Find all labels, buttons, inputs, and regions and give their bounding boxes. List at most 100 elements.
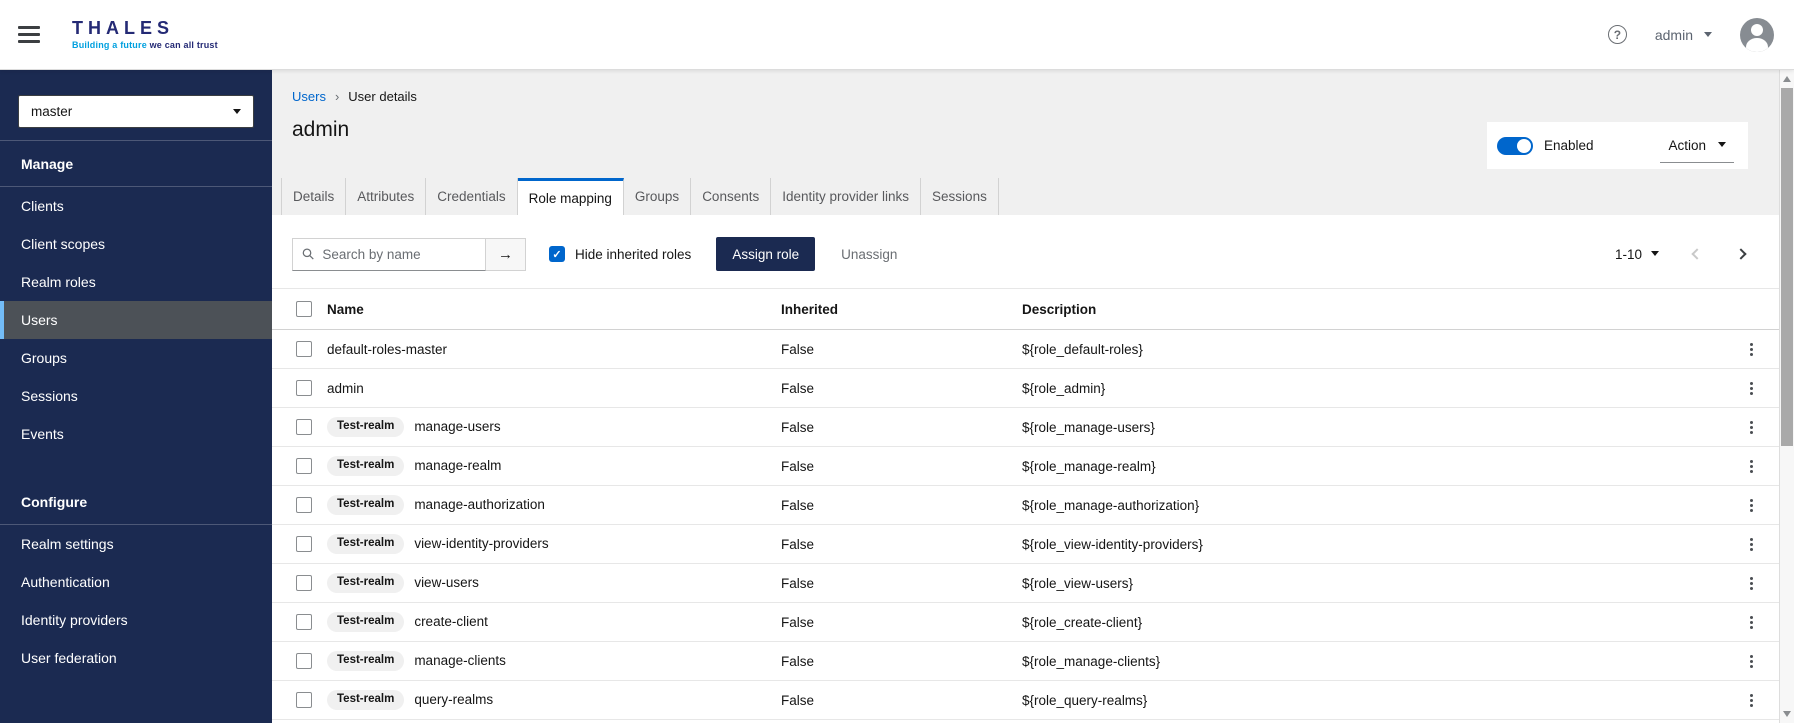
role-description: ${role_manage-authorization} — [1022, 497, 1200, 513]
kebab-menu-button[interactable] — [1746, 651, 1757, 672]
tab-details[interactable]: Details — [281, 178, 347, 215]
unassign-button[interactable]: Unassign — [841, 247, 897, 262]
tab-sessions[interactable]: Sessions — [921, 178, 999, 215]
kebab-menu-button[interactable] — [1746, 573, 1757, 594]
sidebar-item-realm-settings[interactable]: Realm settings — [0, 525, 272, 563]
row-checkbox[interactable] — [296, 614, 312, 630]
row-checkbox[interactable] — [296, 380, 312, 396]
search-submit-button[interactable]: → — [486, 237, 526, 271]
tab-credentials[interactable]: Credentials — [426, 178, 518, 215]
breadcrumb: Users › User details — [292, 89, 417, 104]
realm-badge: Test-realm — [327, 417, 405, 437]
tab-identity-provider-links[interactable]: Identity provider links — [771, 178, 922, 215]
role-name: manage-authorization — [414, 497, 545, 513]
main-content: Users › User details admin Enabled Actio… — [272, 70, 1779, 723]
role-description: ${role_manage-realm} — [1022, 458, 1156, 474]
user-menu-label: admin — [1654, 26, 1693, 43]
realm-badge: Test-realm — [327, 495, 405, 515]
enabled-toggle-label: Enabled — [1544, 138, 1594, 153]
sidebar-item-user-federation[interactable]: User federation — [0, 639, 272, 677]
tab-attributes[interactable]: Attributes — [346, 178, 427, 215]
tab-consents[interactable]: Consents — [691, 178, 772, 215]
kebab-menu-button[interactable] — [1746, 690, 1757, 711]
row-checkbox[interactable] — [296, 536, 312, 552]
brand-tagline: Building a future we can all trust — [72, 40, 218, 50]
assign-role-button[interactable]: Assign role — [716, 237, 816, 271]
search-box — [292, 237, 486, 271]
hide-inherited-roles-checkbox[interactable]: ✓ — [549, 246, 565, 262]
scroll-up-icon[interactable] — [1783, 76, 1791, 82]
role-description: ${role_view-identity-providers} — [1022, 536, 1203, 552]
nav-section-title-configure: Configure — [0, 479, 272, 525]
role-inherited: False — [781, 380, 815, 396]
enabled-toggle[interactable] — [1497, 136, 1533, 155]
table-row: Test-realm create-client False ${role_cre… — [272, 603, 1779, 642]
role-inherited: False — [781, 692, 815, 708]
row-checkbox[interactable] — [296, 419, 312, 435]
sidebar-item-realm-roles[interactable]: Realm roles — [0, 263, 272, 301]
kebab-menu-button[interactable] — [1746, 456, 1757, 477]
kebab-menu-button[interactable] — [1746, 339, 1757, 360]
scroll-down-icon[interactable] — [1783, 711, 1791, 717]
realm-badge: Test-realm — [327, 612, 405, 632]
sidebar-item-authentication[interactable]: Authentication — [0, 563, 272, 601]
help-icon[interactable]: ? — [1607, 25, 1627, 44]
brand-logo: THALES Building a future we can all trus… — [72, 19, 218, 50]
scrollbar-thumb[interactable] — [1781, 88, 1793, 446]
sidebar-item-events[interactable]: Events — [0, 415, 272, 453]
role-description: ${role_manage-clients} — [1022, 653, 1161, 669]
arrow-right-icon: → — [498, 245, 513, 263]
breadcrumb-link-users[interactable]: Users — [292, 89, 326, 104]
sidebar-item-users[interactable]: Users — [0, 301, 272, 339]
user-header-controls: Enabled Action — [1487, 122, 1748, 169]
role-inherited: False — [781, 536, 815, 552]
hamburger-menu-icon[interactable] — [18, 26, 42, 43]
breadcrumb-current: User details — [348, 89, 417, 104]
search-input[interactable] — [322, 246, 476, 262]
row-checkbox[interactable] — [296, 692, 312, 708]
row-checkbox[interactable] — [296, 497, 312, 513]
role-name: view-identity-providers — [414, 536, 549, 552]
pagination-range-dropdown[interactable]: 1-10 — [1615, 247, 1659, 262]
chevron-down-icon — [1651, 251, 1659, 260]
row-checkbox[interactable] — [296, 341, 312, 357]
role-description: ${role_admin} — [1022, 380, 1106, 396]
kebab-menu-button[interactable] — [1746, 417, 1757, 438]
tab-groups[interactable]: Groups — [624, 178, 692, 215]
user-menu[interactable]: admin — [1655, 27, 1712, 43]
table-row: Test-realm query-realms False ${role_quer… — [272, 681, 1779, 720]
sidebar-item-identity-providers[interactable]: Identity providers — [0, 601, 272, 639]
kebab-menu-button[interactable] — [1746, 534, 1757, 555]
kebab-menu-button[interactable] — [1746, 495, 1757, 516]
role-mapping-table: Name Inherited Description default-roles… — [272, 288, 1779, 720]
kebab-menu-button[interactable] — [1746, 378, 1757, 399]
tab-role-mapping[interactable]: Role mapping — [517, 178, 624, 215]
realm-selector-value: master — [31, 104, 73, 119]
column-header-name: Name — [327, 301, 364, 317]
realm-selector[interactable]: master — [18, 95, 254, 128]
chevron-down-icon — [233, 109, 241, 118]
role-description: ${role_create-client} — [1022, 614, 1143, 630]
select-all-checkbox[interactable] — [296, 301, 312, 317]
row-checkbox[interactable] — [296, 575, 312, 591]
pagination-next-icon[interactable] — [1735, 248, 1747, 260]
role-mapping-toolbar: → ✓ Hide inherited roles Assign role Una… — [288, 237, 1747, 271]
sidebar-item-clients[interactable]: Clients — [0, 187, 272, 225]
sidebar-item-sessions[interactable]: Sessions — [0, 377, 272, 415]
vertical-scrollbar[interactable] — [1779, 70, 1794, 723]
pagination-prev-icon[interactable] — [1691, 248, 1703, 260]
row-checkbox[interactable] — [296, 458, 312, 474]
sidebar-item-client-scopes[interactable]: Client scopes — [0, 225, 272, 263]
column-header-description: Description — [1022, 301, 1097, 317]
action-dropdown[interactable]: Action — [1660, 129, 1734, 163]
hide-inherited-roles-control[interactable]: ✓ Hide inherited roles — [549, 246, 691, 262]
action-dropdown-label: Action — [1668, 137, 1706, 153]
brand-tagline-accent: Building a future — [72, 40, 147, 50]
sidebar-item-groups[interactable]: Groups — [0, 339, 272, 377]
row-checkbox[interactable] — [296, 653, 312, 669]
role-name: manage-clients — [414, 653, 506, 669]
nav-section-title-manage: Manage — [0, 141, 272, 187]
avatar[interactable] — [1740, 17, 1774, 52]
pagination-range-label: 1-10 — [1614, 246, 1642, 262]
kebab-menu-button[interactable] — [1746, 612, 1757, 633]
